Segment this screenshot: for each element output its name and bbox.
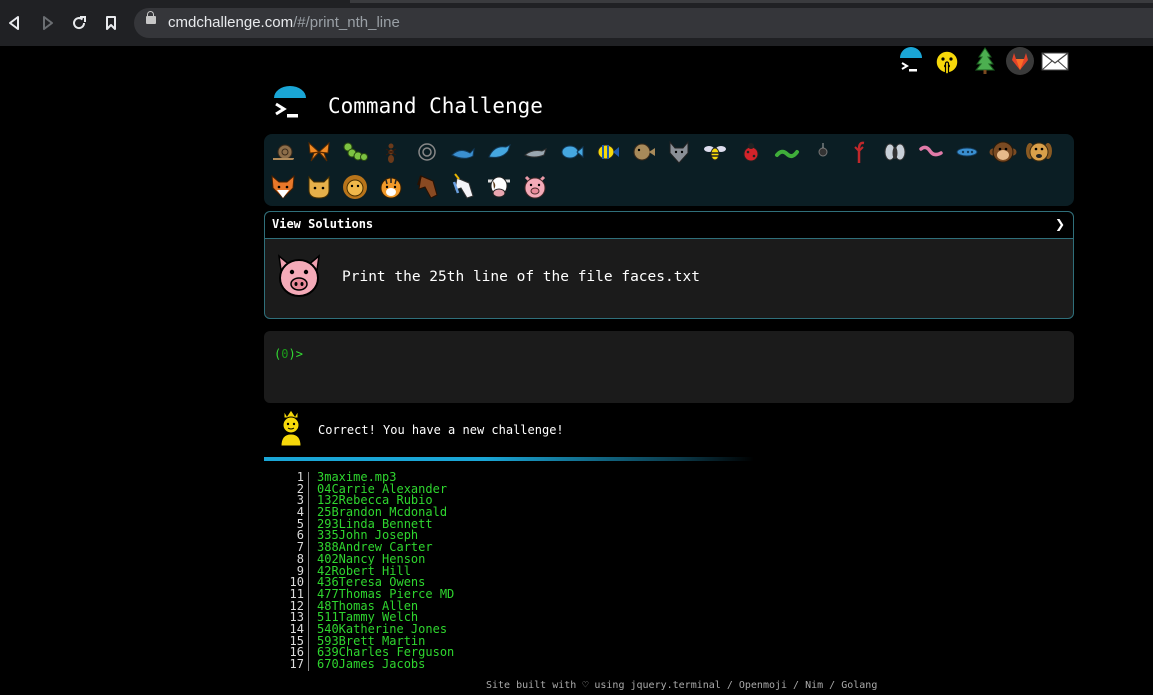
caterpillar-icon[interactable] <box>340 137 370 167</box>
terminal-input[interactable]: (0)> <box>264 331 1074 403</box>
earthworm-icon[interactable] <box>916 137 946 167</box>
wolf-icon[interactable] <box>664 137 694 167</box>
output-line: 17 670James Jacobs <box>282 657 454 671</box>
dolphin-grey-icon[interactable] <box>520 137 550 167</box>
url-host: cmdchallenge.com <box>168 14 294 31</box>
terminal-icon[interactable] <box>896 46 926 76</box>
shell-icon[interactable] <box>412 137 442 167</box>
bee-icon[interactable] <box>700 137 730 167</box>
dolphin-icon[interactable] <box>484 137 514 167</box>
challenge-description: Print the 25th line of the file faces.tx… <box>342 269 700 285</box>
cow-face-icon[interactable] <box>484 172 514 202</box>
monkey-face-icon[interactable] <box>988 137 1018 167</box>
challenge-emoji-panel <box>264 134 1074 206</box>
line-number: 6 <box>282 530 309 543</box>
tab-strip-edge <box>350 0 1153 3</box>
spider-icon[interactable] <box>808 137 838 167</box>
address-bar[interactable]: cmdchallenge.com/#/print_nth_line <box>134 8 1153 38</box>
gitlab-icon[interactable] <box>1005 46 1035 76</box>
terminal-prompt: (0)> <box>274 347 303 361</box>
fish-icon[interactable] <box>556 137 586 167</box>
line-number: 5 <box>282 518 309 531</box>
tree-icon[interactable] <box>970 46 1000 76</box>
worm-icon[interactable] <box>772 137 802 167</box>
challenge-card: View Solutions ❯ Print the 25th line of … <box>264 211 1074 319</box>
view-solutions-toggle[interactable]: View Solutions ❯ <box>265 212 1073 239</box>
ladybug-icon[interactable] <box>736 137 766 167</box>
shushing-face-icon[interactable] <box>932 46 962 76</box>
line-number: 1 <box>282 471 309 484</box>
line-number: 8 <box>282 553 309 566</box>
forward-icon[interactable] <box>37 13 57 33</box>
ant-icon[interactable] <box>376 137 406 167</box>
progress-bar <box>264 457 754 461</box>
fly-icon[interactable] <box>880 137 910 167</box>
blowfish-icon[interactable] <box>628 137 658 167</box>
reload-icon[interactable] <box>69 13 89 33</box>
butterfly-icon[interactable] <box>304 137 334 167</box>
view-solutions-label: View Solutions <box>272 217 374 231</box>
status-message: Correct! You have a new challenge! <box>318 423 564 437</box>
princess-icon <box>275 408 307 448</box>
line-number: 2 <box>282 483 309 496</box>
tiger-face-icon[interactable] <box>376 172 406 202</box>
microbe-icon[interactable] <box>952 137 982 167</box>
url-path: /#/print_nth_line <box>293 14 400 31</box>
pig-face-icon[interactable] <box>520 172 550 202</box>
envelope-icon[interactable] <box>1040 46 1070 76</box>
footer-text: Site built with ♡ using jquery.terminal … <box>486 680 878 691</box>
fox-face-icon[interactable] <box>268 172 298 202</box>
whale-icon[interactable] <box>448 137 478 167</box>
back-icon[interactable] <box>5 13 25 33</box>
snail-icon[interactable] <box>268 137 298 167</box>
line-number: 3 <box>282 495 309 508</box>
dog-face-icon[interactable] <box>1024 137 1054 167</box>
tropical-fish-icon[interactable] <box>592 137 622 167</box>
pig-face-icon <box>271 248 327 304</box>
bookmark-icon[interactable] <box>101 13 121 33</box>
url-text: cmdchallenge.com/#/print_nth_line <box>168 14 400 31</box>
unicorn-face-icon[interactable] <box>448 172 478 202</box>
browser-toolbar: cmdchallenge.com/#/print_nth_line <box>0 0 1153 46</box>
prompt-close: )> <box>288 347 303 361</box>
page-title: Command Challenge <box>328 94 543 118</box>
cat-face-icon[interactable] <box>304 172 334 202</box>
line-number: 17 <box>282 658 309 671</box>
lion-face-icon[interactable] <box>340 172 370 202</box>
scorpion-icon[interactable] <box>844 137 874 167</box>
line-number: 7 <box>282 541 309 554</box>
site-logo-icon[interactable] <box>270 84 310 124</box>
chevron-right-icon: ❯ <box>1054 217 1065 231</box>
line-text: 670James Jacobs <box>317 657 426 671</box>
lock-icon[interactable] <box>146 11 156 24</box>
command-output: 1 3maxime.mp3 2 04Carrie Alexander 3 132Rebec… <box>282 471 454 671</box>
horse-face-icon[interactable] <box>412 172 442 202</box>
line-number: 4 <box>282 506 309 519</box>
